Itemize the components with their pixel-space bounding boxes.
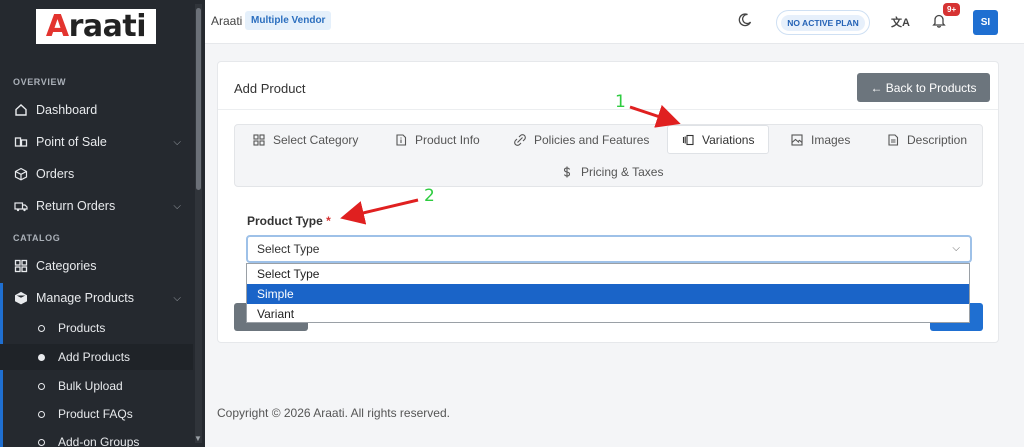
tab-label: Pricing & Taxes bbox=[581, 165, 664, 179]
dropdown-option-variant[interactable]: Variant bbox=[247, 304, 969, 324]
sidebar-subitem-product-faqs[interactable]: Product FAQs bbox=[0, 401, 193, 427]
product-type-select-value: Select Type bbox=[257, 242, 320, 256]
sidebar-subitem-bulk-upload[interactable]: Bulk Upload bbox=[0, 373, 193, 399]
plan-status-label: NO ACTIVE PLAN bbox=[781, 14, 865, 31]
tab-select-category[interactable]: Select Category bbox=[253, 127, 358, 153]
dropdown-option-simple[interactable]: Simple bbox=[247, 284, 969, 304]
scroll-down-arrow-icon[interactable]: ▼ bbox=[194, 434, 202, 443]
chevron-down-icon: ⌵ bbox=[952, 243, 960, 254]
tab-description[interactable]: Description bbox=[887, 127, 967, 153]
cubes-icon bbox=[14, 291, 28, 305]
bullet-icon bbox=[38, 410, 45, 418]
sidebar: Araati OVERVIEW Dashboard Point of Sale … bbox=[0, 0, 205, 447]
sidebar-item-label: Point of Sale bbox=[36, 135, 107, 149]
tab-pricing-and-taxes[interactable]: Pricing & Taxes bbox=[561, 159, 663, 185]
sidebar-item-return-orders[interactable]: Return Orders ⌵ bbox=[0, 191, 193, 221]
store-title: Araati bbox=[211, 14, 243, 28]
image-icon bbox=[791, 134, 803, 146]
sidebar-subitem-label: Add-on Groups bbox=[58, 435, 140, 447]
top-bar: Araati Multiple Vendor NO ACTIVE PLAN 文A… bbox=[205, 0, 1024, 44]
tab-label: Select Category bbox=[273, 133, 359, 147]
sidebar-item-label: Return Orders bbox=[36, 199, 116, 213]
home-icon bbox=[14, 103, 28, 117]
sidebar-item-dashboard[interactable]: Dashboard bbox=[0, 95, 193, 125]
user-avatar[interactable]: SI bbox=[973, 10, 998, 35]
page-title: Add Product bbox=[234, 81, 306, 96]
variations-icon bbox=[682, 134, 694, 146]
document-icon bbox=[887, 134, 899, 146]
footer-copyright: Copyright © 2026 Araati. All rights rese… bbox=[217, 406, 450, 420]
tab-label: Policies and Features bbox=[534, 133, 650, 147]
pos-icon bbox=[14, 135, 28, 149]
translate-icon[interactable]: 文A bbox=[891, 14, 910, 30]
sidebar-subitem-label: Add Products bbox=[58, 350, 131, 364]
grid-icon bbox=[253, 134, 265, 146]
product-wizard-tabs: Select Category Product Info Policies an… bbox=[234, 124, 983, 187]
sidebar-item-label: Manage Products bbox=[36, 291, 134, 305]
sidebar-item-label: Dashboard bbox=[36, 103, 98, 117]
section-overview: OVERVIEW bbox=[13, 77, 67, 87]
required-mark: * bbox=[326, 214, 331, 228]
product-type-dropdown-list: Select Type Simple Variant bbox=[246, 263, 970, 323]
box-icon bbox=[14, 167, 28, 181]
brand-logo[interactable]: Araati bbox=[36, 9, 156, 44]
bullet-icon bbox=[38, 353, 45, 361]
tab-label: Images bbox=[811, 133, 851, 147]
annotation-number-2: 2 bbox=[424, 186, 435, 206]
plan-status-button[interactable]: NO ACTIVE PLAN bbox=[776, 10, 870, 35]
tab-label: Description bbox=[907, 133, 968, 147]
truck-icon bbox=[14, 199, 28, 213]
sidebar-item-label: Categories bbox=[36, 259, 97, 273]
tab-variations[interactable]: Variations bbox=[667, 125, 770, 154]
sidebar-scroll-thumb[interactable] bbox=[196, 8, 201, 190]
dropdown-option-select-type[interactable]: Select Type bbox=[247, 264, 969, 284]
tab-product-info[interactable]: Product Info bbox=[395, 127, 480, 153]
bullet-icon bbox=[38, 382, 45, 390]
annotation-number-1: 1 bbox=[615, 92, 626, 112]
vendor-badge: Multiple Vendor bbox=[245, 11, 332, 30]
info-doc-icon bbox=[395, 134, 407, 146]
tab-label: Product Info bbox=[415, 133, 480, 147]
sidebar-subitem-products[interactable]: Products bbox=[0, 315, 193, 341]
link-icon bbox=[514, 134, 526, 146]
sidebar-subitem-label: Bulk Upload bbox=[58, 379, 123, 393]
card-header: Add Product ← Back to Products bbox=[218, 62, 998, 110]
bell-icon[interactable] bbox=[932, 13, 946, 33]
sidebar-subitem-add-products[interactable]: Add Products bbox=[0, 344, 193, 370]
sidebar-subitem-label: Product FAQs bbox=[58, 407, 133, 421]
notification-count-badge: 9+ bbox=[943, 3, 961, 16]
product-type-label-text: Product Type bbox=[247, 214, 323, 228]
back-to-products-button[interactable]: ← Back to Products bbox=[857, 73, 990, 102]
product-type-label: Product Type * bbox=[247, 214, 331, 228]
sidebar-subitem-label: Products bbox=[58, 321, 106, 335]
grid-icon bbox=[14, 259, 28, 273]
tab-policies-and-features[interactable]: Policies and Features bbox=[514, 127, 649, 153]
tab-label: Variations bbox=[702, 132, 755, 147]
chevron-down-icon: ⌵ bbox=[173, 200, 181, 212]
bullet-icon bbox=[38, 324, 45, 332]
bullet-icon bbox=[38, 438, 45, 446]
chevron-down-icon: ⌵ bbox=[173, 292, 181, 304]
logo-text: Araati bbox=[45, 8, 147, 44]
product-type-select[interactable]: Select Type ⌵ bbox=[246, 235, 972, 263]
sidebar-item-manage-products[interactable]: Manage Products ⌵ bbox=[0, 283, 193, 313]
sidebar-item-label: Orders bbox=[36, 167, 75, 181]
dollar-icon bbox=[561, 166, 573, 178]
sidebar-item-categories[interactable]: Categories bbox=[0, 251, 193, 281]
sidebar-subitem-add-on-groups[interactable]: Add-on Groups bbox=[0, 429, 193, 447]
moon-icon[interactable] bbox=[738, 13, 752, 32]
section-catalog: CATALOG bbox=[13, 233, 61, 243]
chevron-down-icon: ⌵ bbox=[173, 136, 181, 148]
sidebar-item-orders[interactable]: Orders bbox=[0, 159, 193, 189]
sidebar-item-point-of-sale[interactable]: Point of Sale ⌵ bbox=[0, 127, 193, 157]
tab-images[interactable]: Images bbox=[791, 127, 850, 153]
